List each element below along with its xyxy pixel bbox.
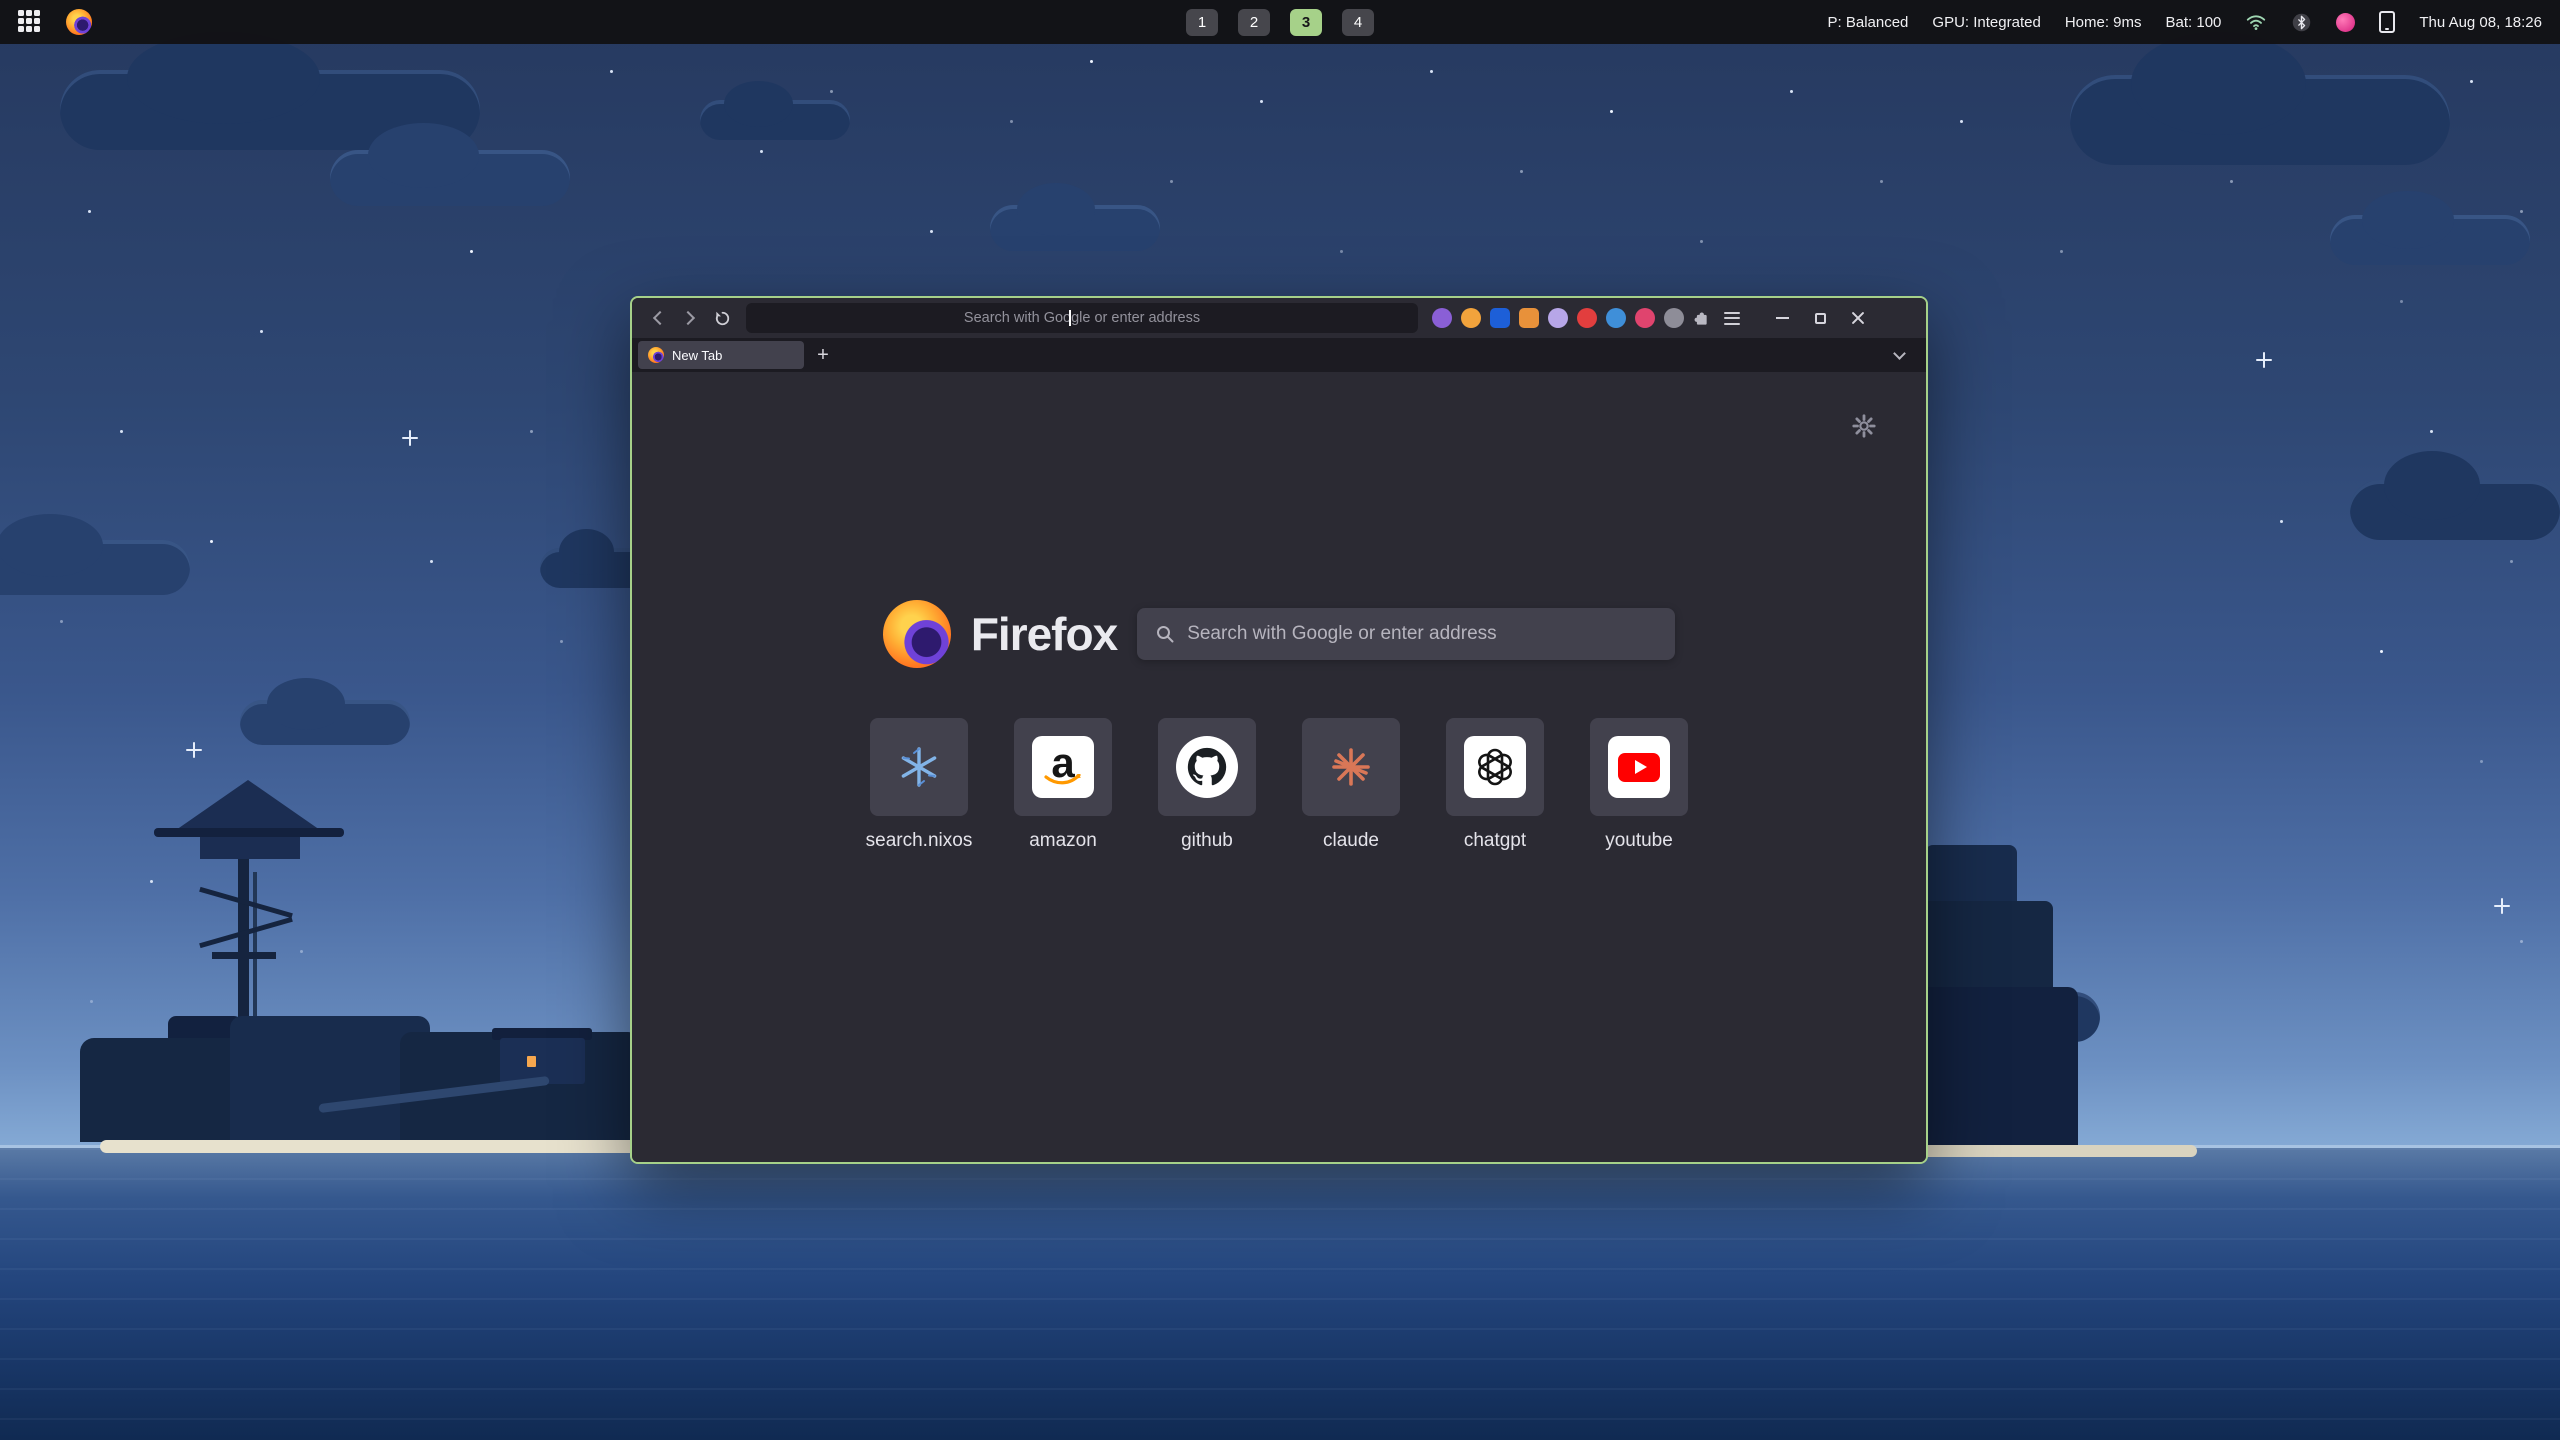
star-sparkle bbox=[186, 742, 202, 758]
back-button[interactable] bbox=[642, 303, 674, 333]
maximize-button[interactable] bbox=[1806, 304, 1834, 332]
shortcut-label: chatgpt bbox=[1464, 830, 1526, 852]
newtab-search-input[interactable]: Search with Google or enter address bbox=[1137, 608, 1675, 660]
cloud bbox=[2330, 215, 2530, 265]
status-bar: 1 2 3 4 P: Balanced GPU: Integrated Home… bbox=[0, 0, 2560, 44]
shortcut-grid: search.nixos a amazon bbox=[632, 718, 1926, 852]
reload-icon bbox=[714, 310, 731, 327]
firefox-logo bbox=[883, 600, 951, 668]
minimize-button[interactable] bbox=[1768, 304, 1796, 332]
app-launcher-icon[interactable] bbox=[18, 10, 42, 34]
tab-list-chevron-icon[interactable] bbox=[1893, 347, 1906, 360]
firefox-window: Search with Google or enter address bbox=[630, 296, 1928, 1164]
chatgpt-icon bbox=[1464, 736, 1526, 798]
workspace-2[interactable]: 2 bbox=[1238, 9, 1270, 36]
cloud bbox=[2350, 480, 2560, 540]
tab-bar: New Tab + bbox=[632, 338, 1926, 372]
workspace-4[interactable]: 4 bbox=[1342, 9, 1374, 36]
shortcut-chatgpt[interactable]: chatgpt bbox=[1423, 718, 1567, 852]
text-caret bbox=[1069, 310, 1071, 326]
desktop: 1 2 3 4 P: Balanced GPU: Integrated Home… bbox=[0, 0, 2560, 1440]
extension-icon[interactable] bbox=[1432, 308, 1452, 328]
cloud bbox=[990, 205, 1160, 251]
settings-gear-icon[interactable] bbox=[1850, 412, 1878, 440]
wallpaper-ocean bbox=[0, 1148, 2560, 1440]
nixos-snowflake-icon bbox=[896, 744, 942, 790]
shortcut-label: youtube bbox=[1605, 830, 1673, 852]
extension-icon[interactable] bbox=[1548, 308, 1568, 328]
shortcut-youtube[interactable]: youtube bbox=[1567, 718, 1711, 852]
amazon-icon: a bbox=[1032, 736, 1094, 798]
gpu-status: GPU: Integrated bbox=[1932, 14, 2040, 31]
tab-new-tab[interactable]: New Tab bbox=[638, 341, 804, 369]
cloud bbox=[330, 150, 570, 206]
firefox-launcher-icon[interactable] bbox=[66, 9, 92, 35]
shortcut-label: github bbox=[1181, 830, 1233, 852]
github-icon bbox=[1176, 736, 1238, 798]
window-controls bbox=[1768, 304, 1872, 332]
star-sparkle bbox=[2256, 352, 2272, 368]
extension-icon[interactable] bbox=[1664, 308, 1684, 328]
extension-icon[interactable] bbox=[1606, 308, 1626, 328]
close-icon bbox=[1851, 311, 1865, 325]
extensions-puzzle-button[interactable] bbox=[1684, 303, 1716, 333]
extension-icon[interactable] bbox=[1635, 308, 1655, 328]
tab-title: New Tab bbox=[672, 348, 722, 363]
forward-button[interactable] bbox=[674, 303, 706, 333]
new-tab-button[interactable]: + bbox=[808, 341, 838, 369]
menu-button[interactable] bbox=[1716, 303, 1748, 333]
star-sparkle bbox=[2494, 898, 2510, 914]
shortcut-claude[interactable]: claude bbox=[1279, 718, 1423, 852]
urlbar-placeholder: Search with Google or enter address bbox=[964, 310, 1200, 326]
cloud bbox=[2070, 75, 2450, 165]
shortcut-amazon[interactable]: a amazon bbox=[991, 718, 1135, 852]
minimize-icon bbox=[1776, 317, 1789, 319]
claude-starburst-icon bbox=[1328, 744, 1374, 790]
media-tray-icon[interactable] bbox=[2336, 13, 2355, 32]
bluetooth-icon[interactable] bbox=[2291, 12, 2312, 33]
power-profile-status: P: Balanced bbox=[1828, 14, 1909, 31]
extension-icon[interactable] bbox=[1461, 308, 1481, 328]
back-icon bbox=[653, 311, 667, 325]
close-button[interactable] bbox=[1844, 304, 1872, 332]
url-bar[interactable]: Search with Google or enter address bbox=[746, 303, 1418, 333]
extension-icon[interactable] bbox=[1577, 308, 1597, 328]
firefox-favicon bbox=[648, 347, 664, 363]
hut-window-light bbox=[527, 1056, 536, 1067]
newtab-page: Firefox Search with Google or enter addr… bbox=[632, 372, 1926, 1162]
workspace-3[interactable]: 3 bbox=[1290, 9, 1322, 36]
battery-status: Bat: 100 bbox=[2166, 14, 2222, 31]
newtab-hero: Firefox Search with Google or enter addr… bbox=[632, 372, 1926, 668]
ping-status: Home: 9ms bbox=[2065, 14, 2142, 31]
cloud bbox=[240, 700, 410, 745]
search-placeholder: Search with Google or enter address bbox=[1187, 623, 1496, 645]
extension-icon[interactable] bbox=[1519, 308, 1539, 328]
extension-icon[interactable] bbox=[1490, 308, 1510, 328]
cloud bbox=[0, 540, 190, 595]
cloud bbox=[700, 100, 850, 140]
puzzle-icon bbox=[1692, 310, 1709, 327]
maximize-icon bbox=[1815, 313, 1826, 324]
youtube-icon bbox=[1608, 736, 1670, 798]
workspace-1[interactable]: 1 bbox=[1186, 9, 1218, 36]
hamburger-icon bbox=[1724, 312, 1740, 325]
shortcut-label: amazon bbox=[1029, 830, 1097, 852]
shortcut-github[interactable]: github bbox=[1135, 718, 1279, 852]
reload-button[interactable] bbox=[706, 303, 738, 333]
shortcut-search-nixos[interactable]: search.nixos bbox=[847, 718, 991, 852]
device-icon[interactable] bbox=[2379, 11, 2395, 33]
island-watchtower bbox=[80, 780, 680, 1170]
star-sparkle bbox=[402, 430, 418, 446]
shortcut-label: claude bbox=[1323, 830, 1379, 852]
search-icon bbox=[1155, 624, 1175, 644]
firefox-wordmark: Firefox bbox=[971, 607, 1117, 661]
browser-toolbar: Search with Google or enter address bbox=[632, 298, 1926, 338]
workspace-switcher: 1 2 3 4 bbox=[1186, 0, 1374, 44]
clock: Thu Aug 08, 18:26 bbox=[2419, 14, 2542, 31]
forward-icon bbox=[681, 311, 695, 325]
extension-toolbar bbox=[1432, 308, 1684, 328]
wifi-icon[interactable] bbox=[2245, 11, 2267, 33]
shortcut-label: search.nixos bbox=[866, 830, 973, 852]
